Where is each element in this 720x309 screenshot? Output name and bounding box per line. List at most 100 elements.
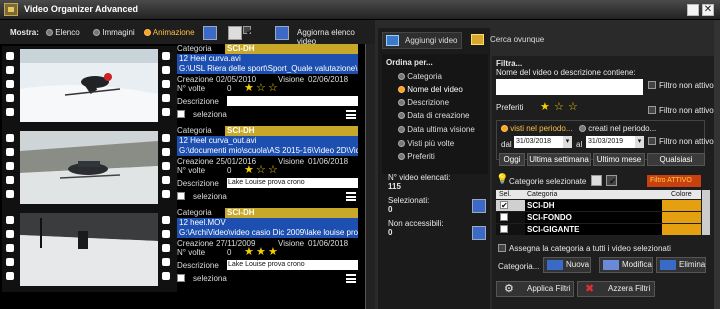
description-field[interactable] — [227, 96, 358, 106]
category-row[interactable]: SCI-GIGANTE — [496, 224, 701, 235]
order-categoria[interactable]: Categoria — [398, 72, 442, 81]
tab-oggi[interactable]: Oggi — [499, 153, 525, 166]
video-path[interactable]: G:\documenti mio\scuola\AS 2015-16\Video… — [177, 146, 358, 156]
minimize-button[interactable] — [687, 4, 699, 16]
order-preferiti[interactable]: Preferiti — [398, 152, 435, 161]
radio[interactable] — [398, 73, 405, 81]
creati-option[interactable]: creati nel periodo... — [579, 124, 656, 133]
select-checkbox[interactable] — [177, 110, 185, 118]
menu-icon[interactable] — [346, 110, 356, 119]
star-icon[interactable]: ★ — [244, 83, 254, 94]
dropdown-arrow-icon[interactable]: ▾ — [635, 136, 644, 148]
assign-category-checkbox[interactable] — [498, 244, 506, 252]
tab-ultima-settimana[interactable]: Ultima settimana — [527, 153, 591, 166]
radio[interactable] — [398, 99, 405, 107]
info-icon[interactable] — [472, 199, 486, 213]
star-empty-icon[interactable]: ☆ — [554, 102, 564, 113]
check-all-button[interactable] — [606, 175, 617, 187]
film-perforation — [6, 162, 14, 170]
video-thumbnail-filmstrip[interactable] — [2, 210, 177, 292]
menu-icon[interactable] — [346, 192, 356, 201]
star-icon[interactable]: ★ — [244, 165, 254, 176]
dropdown-arrow-icon[interactable]: ▾ — [563, 136, 572, 148]
category-row[interactable]: SCI-FONDO — [496, 212, 701, 223]
radio-animazione[interactable] — [144, 29, 151, 37]
film-perforation — [162, 66, 170, 74]
radio-immagini[interactable] — [93, 29, 100, 37]
select-checkbox[interactable] — [177, 192, 185, 200]
refresh-icon[interactable] — [275, 26, 289, 40]
uncheck-all-button[interactable] — [228, 26, 242, 40]
info-icon[interactable] — [203, 26, 217, 40]
date-to-input[interactable]: 31/03/2019 — [586, 136, 636, 148]
info-icon[interactable] — [472, 226, 486, 240]
category-row[interactable]: ✔ SCI-DH — [496, 200, 701, 211]
star-icon[interactable]: ★ — [244, 247, 254, 258]
video-thumbnail-filmstrip[interactable] — [2, 128, 177, 210]
new-category-button[interactable]: Nuova — [543, 257, 591, 273]
close-button[interactable]: ✕ — [702, 4, 714, 16]
star-icon[interactable]: ★ — [256, 247, 266, 258]
radio-selected[interactable] — [398, 86, 405, 94]
delete-category-button[interactable]: Elimina — [656, 257, 706, 273]
add-video-button[interactable]: Aggiungi video — [382, 32, 462, 49]
star-empty-icon[interactable]: ☆ — [256, 165, 266, 176]
radio[interactable] — [398, 126, 405, 134]
name-filter-checkbox[interactable] — [648, 81, 656, 89]
visti-option[interactable]: visti nel periodo... — [501, 124, 573, 133]
film-perforation — [162, 230, 170, 238]
tab-qualsiasi[interactable]: Qualsiasi — [647, 153, 705, 166]
video-thumbnail-filmstrip[interactable] — [2, 46, 177, 128]
apply-filters-button[interactable]: ⚙ Applica Filtri — [496, 281, 574, 297]
category-scrollbar[interactable] — [702, 190, 710, 235]
option-animazione[interactable]: Animazione — [144, 28, 195, 37]
radio[interactable] — [398, 140, 405, 148]
date-from-input[interactable]: 31/03/2018 — [514, 136, 564, 148]
star-icon[interactable]: ★ — [268, 247, 278, 258]
star-empty-icon[interactable]: ☆ — [268, 165, 278, 176]
uncheck-all-button[interactable] — [591, 175, 602, 186]
star-icon[interactable]: ★ — [540, 102, 550, 113]
radio[interactable] — [579, 125, 586, 133]
period-filter-checkbox[interactable] — [648, 137, 656, 145]
category-checkbox[interactable] — [500, 225, 508, 233]
tab-ultimo-mese[interactable]: Ultimo mese — [593, 153, 645, 166]
search-everywhere-button[interactable]: Cerca ovunque — [468, 32, 548, 49]
row-select-cell[interactable] — [496, 224, 525, 235]
video-filename[interactable]: 12 Heel curva_out.avi — [177, 136, 358, 146]
star-empty-icon[interactable]: ☆ — [256, 83, 266, 94]
edit-category-button[interactable]: Modifica — [599, 257, 653, 273]
radio-elenco[interactable] — [46, 29, 53, 37]
preferiti-filter-checkbox[interactable] — [648, 106, 656, 114]
row-select-cell[interactable]: ✔ — [496, 200, 525, 211]
video-filename[interactable]: 12 heel.MOV — [177, 218, 358, 228]
option-immagini[interactable]: Immagini — [93, 28, 135, 37]
category-filter-status[interactable]: Filtro ATTIVO — [647, 175, 701, 187]
reset-filters-button[interactable]: ✖ Azzera Filtri — [577, 281, 655, 297]
order-descrizione[interactable]: Descrizione — [398, 98, 449, 107]
radio[interactable] — [398, 112, 405, 120]
order-visti[interactable]: Visti più volte — [398, 139, 454, 148]
category-checkbox-checked[interactable]: ✔ — [500, 201, 508, 210]
video-path[interactable]: G:\USL Riera delle sport\Sport_Quale val… — [177, 64, 358, 74]
row-select-cell[interactable] — [496, 212, 525, 223]
description-field[interactable]: Lake Louise prova crono — [227, 260, 358, 270]
radio[interactable] — [398, 153, 405, 161]
description-field[interactable]: Lake Louise prova crono — [227, 178, 358, 188]
option-elenco[interactable]: Elenco — [46, 28, 80, 37]
name-filter-input[interactable] — [496, 79, 643, 95]
categoria-menu-label[interactable]: Categoria... — [498, 262, 539, 271]
star-empty-icon[interactable]: ☆ — [268, 83, 278, 94]
radio-selected[interactable] — [501, 125, 508, 133]
video-filename[interactable]: 12 Heel curva.avi — [177, 54, 358, 64]
check-all-button[interactable] — [243, 26, 254, 38]
order-nome[interactable]: Nome del video — [398, 85, 463, 94]
list-scrollbar[interactable] — [365, 44, 375, 309]
category-checkbox[interactable] — [500, 213, 508, 221]
menu-icon[interactable] — [346, 274, 356, 283]
star-empty-icon[interactable]: ☆ — [568, 102, 578, 113]
video-path[interactable]: G:\ArchiVideo\video casio Dic 2009\lake … — [177, 228, 358, 238]
order-data-creazione[interactable]: Data di creazione — [398, 111, 470, 120]
order-data-visione[interactable]: Data ultima visione — [398, 125, 475, 134]
select-checkbox[interactable] — [177, 274, 185, 282]
